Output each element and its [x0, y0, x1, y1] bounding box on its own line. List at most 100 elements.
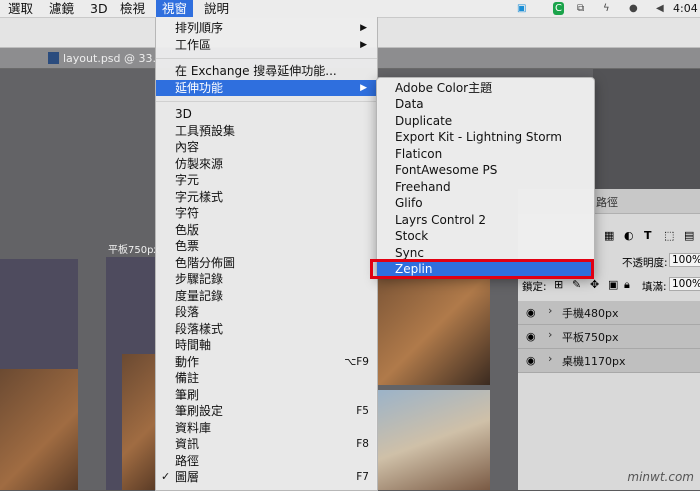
artboard-left-photo: [0, 369, 78, 490]
lock-all-icon[interactable]: 🔒︎: [624, 278, 630, 292]
lock-label: 鎖定:: [522, 281, 547, 293]
submenu-item-label: Freehand: [395, 180, 451, 194]
menu-item-label: 內容: [175, 140, 200, 154]
menu-item-arrange[interactable]: 排列順序 ▶: [156, 20, 377, 36]
menu-help[interactable]: 說明: [198, 0, 235, 17]
filter-smart-icon[interactable]: ▤: [684, 229, 694, 242]
submenu-item-adobe-color[interactable]: Adobe Color主題: [377, 80, 594, 97]
menu-filter[interactable]: 濾鏡: [43, 0, 80, 17]
filter-type-icon[interactable]: T: [644, 229, 652, 242]
visibility-eye-icon[interactable]: ◉: [526, 354, 536, 367]
menu-item-label: 在 Exchange 搜尋延伸功能...: [175, 64, 337, 78]
layer-row[interactable]: ◉ › 桌機1170px: [518, 349, 700, 373]
menu-item-paragraph-styles[interactable]: 段落樣式: [156, 321, 377, 337]
visibility-eye-icon[interactable]: ◉: [526, 330, 536, 343]
filter-shape-icon[interactable]: ⬚: [664, 229, 674, 242]
menu-item-character[interactable]: 字元: [156, 172, 377, 188]
menu-item-brushes[interactable]: 筆刷: [156, 387, 377, 403]
menu-item-glyphs[interactable]: 字符: [156, 205, 377, 221]
submenu-item-label: Glifo: [395, 196, 423, 210]
menu-item-label: 段落樣式: [175, 322, 224, 336]
menu-item-label: 延伸功能: [175, 81, 224, 95]
document-tab[interactable]: layout.psd @ 33.: [48, 50, 156, 68]
submenu-item-data[interactable]: Data: [377, 96, 594, 113]
volume-icon[interactable]: ◀: [656, 2, 664, 15]
menu-item-tool-presets[interactable]: 工具預設集: [156, 123, 377, 139]
copy-icon[interactable]: ⧉: [577, 2, 584, 15]
layer-row[interactable]: ◉ › 平板750px: [518, 325, 700, 349]
submenu-item-fontawesome[interactable]: FontAwesome PS: [377, 162, 594, 179]
submenu-arrow-icon: ▶: [360, 23, 367, 33]
menu-item-exchange-search[interactable]: 在 Exchange 搜尋延伸功能...: [156, 63, 377, 79]
menu-item-layers[interactable]: ✓ 圖層 F7: [156, 469, 377, 485]
menu-item-properties[interactable]: 內容: [156, 139, 377, 155]
panel-dock-background: [593, 69, 700, 189]
menu-item-libraries[interactable]: 資料庫: [156, 420, 377, 436]
menu-item-label: 仿製來源: [175, 157, 224, 171]
menu-item-workspace[interactable]: 工作區 ▶: [156, 37, 377, 53]
submenu-item-glifo[interactable]: Glifo: [377, 195, 594, 212]
menu-item-history[interactable]: 步驟記錄: [156, 271, 377, 287]
clipboard-app-icon[interactable]: C: [553, 2, 564, 15]
filter-image-icon[interactable]: ▦: [604, 229, 614, 242]
menu-item-character-styles[interactable]: 字元樣式: [156, 189, 377, 205]
tab-paths[interactable]: 路徑: [596, 194, 618, 210]
lock-brush-icon[interactable]: ✎: [572, 278, 581, 291]
lock-artboard-icon[interactable]: ▣: [608, 278, 618, 291]
menu-item-3d[interactable]: 3D: [156, 106, 377, 122]
expand-chevron-icon[interactable]: ›: [548, 304, 552, 317]
checkmark-icon: ✓: [161, 470, 171, 483]
expand-chevron-icon[interactable]: ›: [548, 328, 552, 341]
menu-item-shortcut: F5: [356, 405, 369, 417]
layer-row[interactable]: ◉ › 手機480px: [518, 301, 700, 325]
expand-chevron-icon[interactable]: ›: [548, 352, 552, 365]
visibility-eye-icon[interactable]: ◉: [526, 306, 536, 319]
opacity-field[interactable]: 100%: [669, 253, 700, 267]
lock-move-icon[interactable]: ✥: [590, 278, 599, 291]
layer-name: 平板750px: [562, 331, 619, 344]
submenu-item-flaticon[interactable]: Flaticon: [377, 146, 594, 163]
menu-item-label: 工具預設集: [175, 124, 236, 138]
submenu-item-duplicate[interactable]: Duplicate: [377, 113, 594, 130]
menu-item-extensions[interactable]: 延伸功能 ▶: [156, 80, 377, 96]
fill-field[interactable]: 100%: [669, 277, 700, 291]
menu-item-channels[interactable]: 色版: [156, 222, 377, 238]
menu-select[interactable]: 選取: [2, 0, 39, 17]
submenu-item-stock[interactable]: Stock: [377, 228, 594, 245]
filter-adjust-icon[interactable]: ◐: [624, 229, 634, 242]
menu-item-measurement-log[interactable]: 度量記錄: [156, 288, 377, 304]
menu-separator: [156, 58, 377, 59]
menu-item-histogram[interactable]: 色階分佈圖: [156, 255, 377, 271]
menu-item-label: 圖層: [175, 470, 200, 484]
menu-item-info[interactable]: 資訊 F8: [156, 436, 377, 452]
line-app-icon[interactable]: ●: [629, 2, 638, 15]
menu-item-clone-source[interactable]: 仿製來源: [156, 156, 377, 172]
document-tab-title: layout.psd @ 33.: [63, 52, 157, 65]
menu-item-paths[interactable]: 路徑: [156, 453, 377, 469]
menu-item-brush-settings[interactable]: 筆刷設定 F5: [156, 403, 377, 419]
zeplin-highlight-box: [370, 259, 594, 279]
menu-item-timeline[interactable]: 時間軸: [156, 337, 377, 353]
layer-name: 手機480px: [562, 307, 619, 320]
extensions-submenu: Adobe Color主題 Data Duplicate Export Kit …: [376, 77, 595, 278]
menu-item-label: 備註: [175, 371, 200, 385]
submenu-item-export-kit[interactable]: Export Kit - Lightning Storm: [377, 129, 594, 146]
lock-pixels-icon[interactable]: ⊞: [554, 278, 563, 291]
app-status-icon[interactable]: ▣: [517, 2, 526, 15]
menu-item-actions[interactable]: 動作 ⌥F9: [156, 354, 377, 370]
menu-item-swatches[interactable]: 色票: [156, 238, 377, 254]
menu-window[interactable]: 視窗: [156, 0, 194, 17]
menu-item-label: 3D: [175, 107, 192, 121]
menu-view[interactable]: 檢視: [114, 0, 151, 17]
menu-3d[interactable]: 3D: [84, 0, 114, 17]
submenu-item-label: Duplicate: [395, 114, 453, 128]
submenu-item-freehand[interactable]: Freehand: [377, 179, 594, 196]
menu-item-paragraph[interactable]: 段落: [156, 304, 377, 320]
menubar: 選取 濾鏡 3D 檢視 視窗 說明 ▣ C ⧉ ϟ ● ◀ 4:04: [0, 0, 700, 18]
menu-item-label: 字符: [175, 206, 200, 220]
menu-item-label: 色階分佈圖: [175, 256, 236, 270]
menu-item-notes[interactable]: 備註: [156, 370, 377, 386]
vpn-icon[interactable]: ϟ: [603, 2, 610, 15]
submenu-item-layrs-control[interactable]: Layrs Control 2: [377, 212, 594, 229]
clock: 4:04: [673, 2, 698, 15]
